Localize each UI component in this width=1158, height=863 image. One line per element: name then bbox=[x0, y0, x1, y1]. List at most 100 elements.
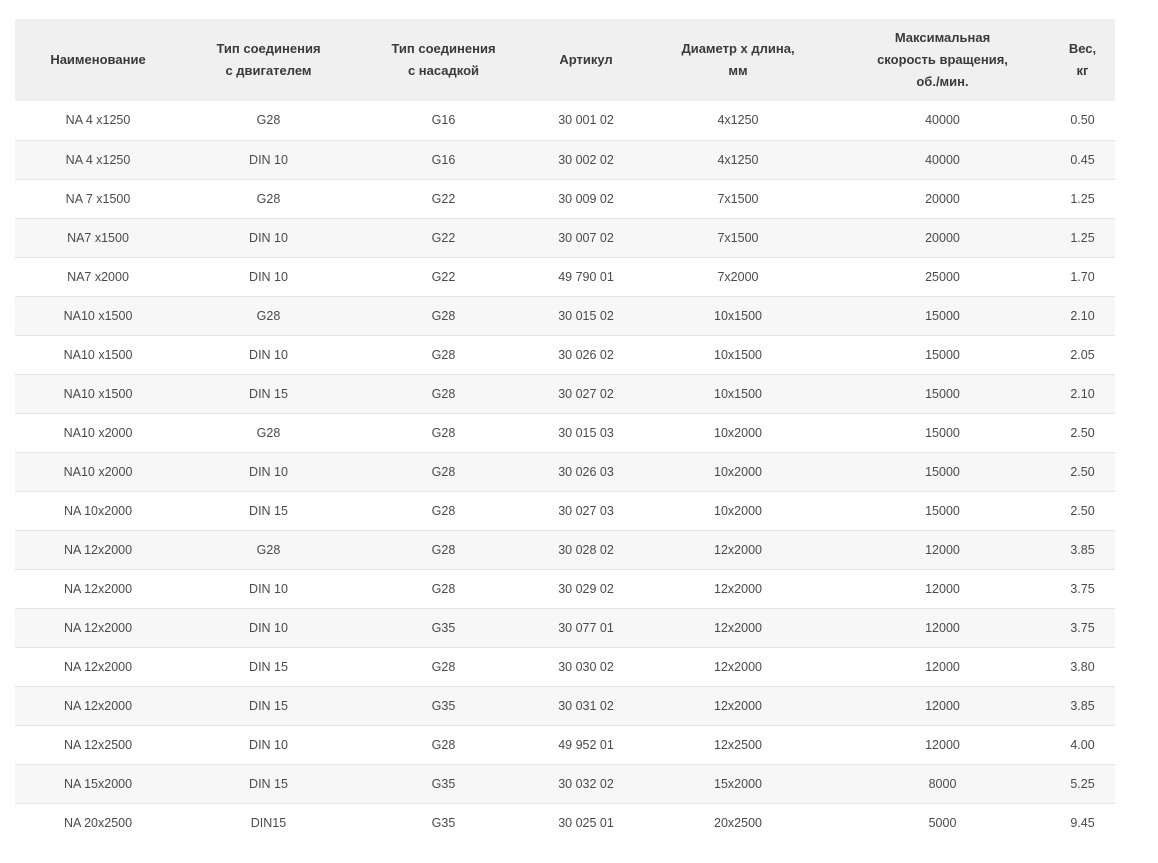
cell-diameter-length: 20x2500 bbox=[714, 815, 762, 830]
cell-engine-connection: DIN 15 bbox=[181, 491, 356, 531]
cell-weight: 5.25 bbox=[1050, 764, 1115, 804]
cell-max-speed: 40000 bbox=[835, 101, 1050, 141]
cell-max-speed: 15000 bbox=[835, 452, 1050, 492]
cell-weight: 3.85 bbox=[1050, 530, 1115, 570]
cell-diameter-length: 12x2000 bbox=[641, 530, 835, 570]
table-row: NA10 x1500 DIN 10 G28 30 026 02 10x1500 15000… bbox=[15, 335, 1115, 375]
cell-article: 30 030 02 bbox=[531, 647, 641, 687]
cell-weight: 2.50 bbox=[1050, 491, 1115, 531]
cell-nozzle-connection: G35 bbox=[356, 686, 531, 726]
cell-nozzle-connection: G16 bbox=[356, 101, 531, 141]
cell-nozzle-connection: G28 bbox=[356, 530, 531, 570]
cell-nozzle-connection: G22 bbox=[356, 257, 531, 297]
cell-article: 30 001 02 bbox=[531, 101, 641, 141]
cell-nozzle-connection: G28 bbox=[356, 452, 531, 492]
table-row: NA 4 x1250 DIN 10 G16 30 002 02 4x1250 40000 0… bbox=[15, 140, 1115, 180]
table-header-row: Наименование Тип соединения с двигателем Ти… bbox=[15, 19, 1115, 101]
cell-name: NA 12x2000 bbox=[15, 608, 181, 648]
cell-max-speed: 12000 bbox=[835, 608, 1050, 648]
cell-name: NA10 x2000 bbox=[15, 413, 181, 453]
table-row: NA 12x2000 DIN 15 G28 30 030 02 12x2000 12000… bbox=[15, 647, 1115, 687]
table-header: Наименование Тип соединения с двигателем Ти… bbox=[15, 19, 1115, 101]
cell-weight: 9.45 bbox=[1070, 815, 1095, 830]
cell-max-speed: 8000 bbox=[835, 764, 1050, 804]
cell-engine-connection: G28 bbox=[181, 530, 356, 570]
cell-weight: 2.10 bbox=[1050, 296, 1115, 336]
table-row: NA 20x2500 DIN15 G35 30 025 01 20x2500 5000 9.… bbox=[15, 803, 1115, 842]
cell-weight: 2.10 bbox=[1050, 374, 1115, 414]
cell-nozzle-connection: G35 bbox=[356, 764, 531, 804]
cell-max-speed: 40000 bbox=[835, 140, 1050, 180]
cell-engine-connection: DIN 10 bbox=[181, 452, 356, 492]
cell-name: NA10 x1500 bbox=[15, 374, 181, 414]
cell-name: NA10 x1500 bbox=[15, 335, 181, 375]
cell-article: 30 015 02 bbox=[531, 296, 641, 336]
table-row: NA10 x2000 G28 G28 30 015 03 10x2000 15000 2.5… bbox=[15, 413, 1115, 453]
cell-article: 49 952 01 bbox=[531, 725, 641, 765]
cell-article: 30 015 03 bbox=[531, 413, 641, 453]
cell-engine-connection: DIN 10 bbox=[181, 608, 356, 648]
cell-engine-connection: DIN15 bbox=[250, 815, 287, 830]
cell-nozzle-connection: G35 bbox=[431, 815, 456, 830]
table-row: NA 12x2000 DIN 10 G35 30 077 01 12x2000 12000… bbox=[15, 608, 1115, 648]
product-spec-table: Наименование Тип соединения с двигателем Ти… bbox=[15, 19, 1115, 842]
cell-diameter-length: 10x1500 bbox=[641, 374, 835, 414]
cell-article: 30 009 02 bbox=[531, 179, 641, 219]
cell-diameter-length: 7x2000 bbox=[641, 257, 835, 297]
cell-nozzle-connection: G28 bbox=[356, 374, 531, 414]
cell-engine-connection: DIN 10 bbox=[181, 140, 356, 180]
cell-weight: 3.80 bbox=[1050, 647, 1115, 687]
cell-weight: 2.05 bbox=[1050, 335, 1115, 375]
cell-nozzle-connection: G28 bbox=[356, 569, 531, 609]
cell-max-speed: 15000 bbox=[835, 335, 1050, 375]
cell-article: 30 026 02 bbox=[531, 335, 641, 375]
cell-weight: 2.50 bbox=[1050, 413, 1115, 453]
cell-engine-connection: DIN 10 bbox=[181, 335, 356, 375]
cell-diameter-length: 10x1500 bbox=[641, 296, 835, 336]
cell-nozzle-connection: G22 bbox=[356, 179, 531, 219]
cell-diameter-length: 4x1250 bbox=[641, 140, 835, 180]
cell-max-speed: 12000 bbox=[835, 569, 1050, 609]
cell-weight: 1.25 bbox=[1050, 218, 1115, 258]
cell-nozzle-connection: G16 bbox=[356, 140, 531, 180]
cell-nozzle-connection: G28 bbox=[356, 296, 531, 336]
cell-weight: 3.75 bbox=[1050, 569, 1115, 609]
cell-name: NA 4 x1250 bbox=[15, 140, 181, 180]
cell-diameter-length: 12x2000 bbox=[641, 608, 835, 648]
cell-weight: 3.85 bbox=[1050, 686, 1115, 726]
cell-name: NA 10x2000 bbox=[15, 491, 181, 531]
cell-name: NA7 x2000 bbox=[15, 257, 181, 297]
cell-engine-connection: G28 bbox=[181, 101, 356, 141]
cell-article: 30 026 03 bbox=[531, 452, 641, 492]
table-row: NA 7 x1500 G28 G22 30 009 02 7x1500 20000 1.25 bbox=[15, 179, 1115, 219]
cell-diameter-length: 10x2000 bbox=[641, 452, 835, 492]
cell-engine-connection: DIN 10 bbox=[181, 218, 356, 258]
cell-nozzle-connection: G22 bbox=[356, 218, 531, 258]
cell-max-speed: 15000 bbox=[835, 491, 1050, 531]
cell-nozzle-connection: G28 bbox=[356, 725, 531, 765]
cell-name: NA 12x2500 bbox=[15, 725, 181, 765]
cell-engine-connection: G28 bbox=[181, 179, 356, 219]
cell-nozzle-connection: G28 bbox=[356, 491, 531, 531]
cell-engine-connection: DIN 15 bbox=[181, 374, 356, 414]
cell-engine-connection: G28 bbox=[181, 413, 356, 453]
cell-diameter-length: 10x1500 bbox=[641, 335, 835, 375]
cell-diameter-length: 10x2000 bbox=[641, 413, 835, 453]
cell-diameter-length: 10x2000 bbox=[641, 491, 835, 531]
cell-engine-connection: DIN 15 bbox=[181, 686, 356, 726]
table-row: NA 12x2500 DIN 10 G28 49 952 01 12x2500 12000… bbox=[15, 725, 1115, 765]
table-row: NA7 x1500 DIN 10 G22 30 007 02 7x1500 20000 1.… bbox=[15, 218, 1115, 258]
cell-weight: 0.45 bbox=[1050, 140, 1115, 180]
header-diameter-length: Диаметр х длина, мм bbox=[681, 41, 795, 78]
header-engine-connection: Тип соединения с двигателем bbox=[216, 41, 321, 78]
cell-name: NA10 x1500 bbox=[15, 296, 181, 336]
cell-name: NA 12x2000 bbox=[15, 569, 181, 609]
cell-name: NA 12x2000 bbox=[15, 686, 181, 726]
cell-engine-connection: DIN 10 bbox=[181, 569, 356, 609]
cell-nozzle-connection: G28 bbox=[356, 647, 531, 687]
table-row: NA 12x2000 DIN 10 G28 30 029 02 12x2000 12000… bbox=[15, 569, 1115, 609]
table-row: NA 12x2000 G28 G28 30 028 02 12x2000 12000 3.8… bbox=[15, 530, 1115, 570]
table-row: NA 15x2000 DIN 15 G35 30 032 02 15x2000 8000 5… bbox=[15, 764, 1115, 804]
cell-diameter-length: 4x1250 bbox=[641, 101, 835, 141]
cell-diameter-length: 12x2000 bbox=[641, 647, 835, 687]
